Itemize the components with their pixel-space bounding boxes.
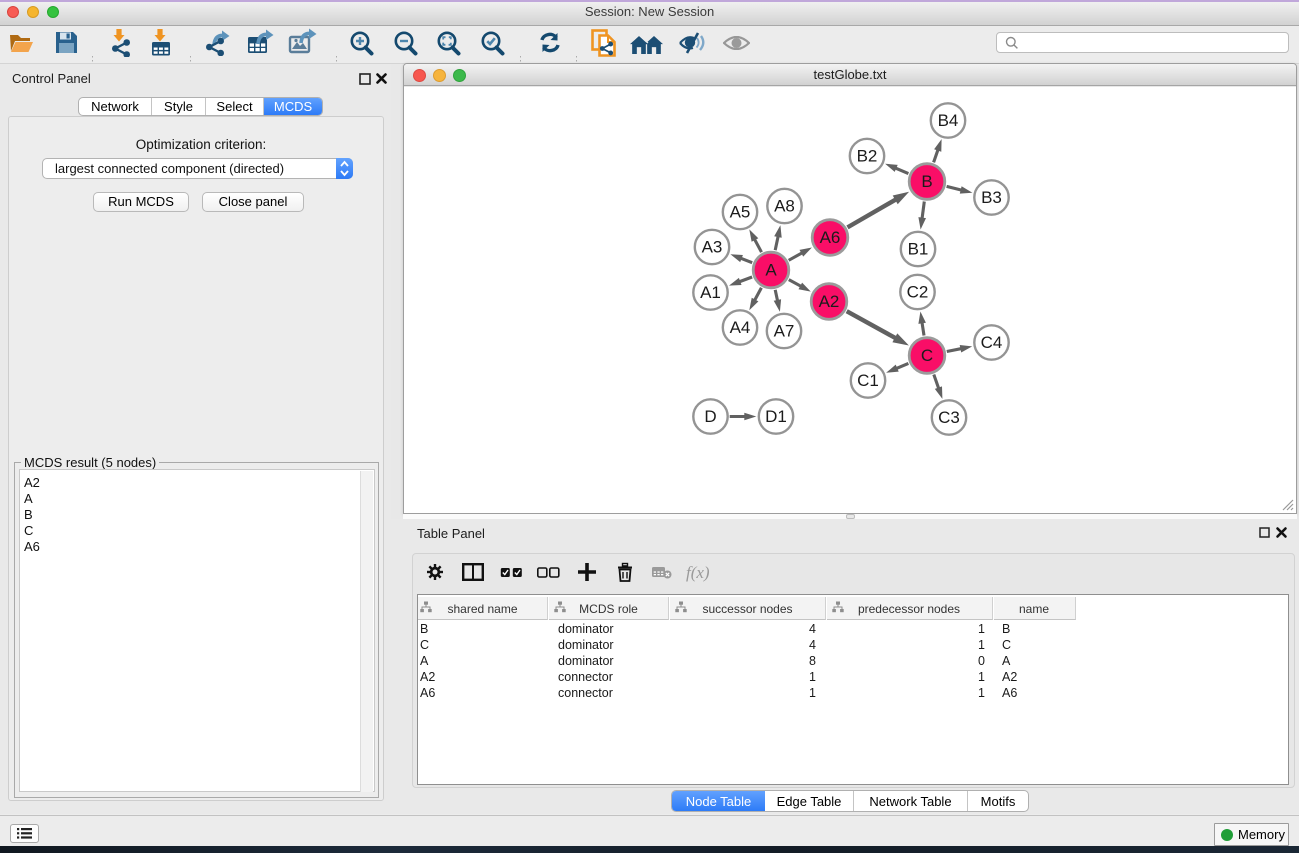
svg-text:C1: C1	[857, 371, 879, 390]
svg-text:C3: C3	[938, 408, 960, 427]
svg-text:D: D	[704, 407, 716, 426]
svg-text:B2: B2	[857, 147, 878, 166]
svg-text:C4: C4	[981, 333, 1003, 352]
svg-text:B: B	[921, 172, 932, 191]
svg-text:A6: A6	[820, 228, 841, 247]
svg-text:C2: C2	[907, 283, 929, 302]
svg-text:D1: D1	[765, 407, 787, 426]
svg-text:C: C	[921, 346, 933, 365]
svg-text:A: A	[765, 261, 777, 280]
svg-text:A3: A3	[702, 238, 723, 257]
svg-text:A1: A1	[700, 283, 721, 302]
svg-text:B1: B1	[908, 240, 929, 259]
svg-text:A5: A5	[730, 203, 751, 222]
svg-text:B3: B3	[981, 188, 1002, 207]
svg-text:A8: A8	[774, 197, 795, 216]
svg-text:A2: A2	[819, 292, 840, 311]
svg-text:A4: A4	[730, 318, 751, 337]
svg-text:B4: B4	[938, 111, 959, 130]
svg-text:A7: A7	[774, 322, 795, 341]
